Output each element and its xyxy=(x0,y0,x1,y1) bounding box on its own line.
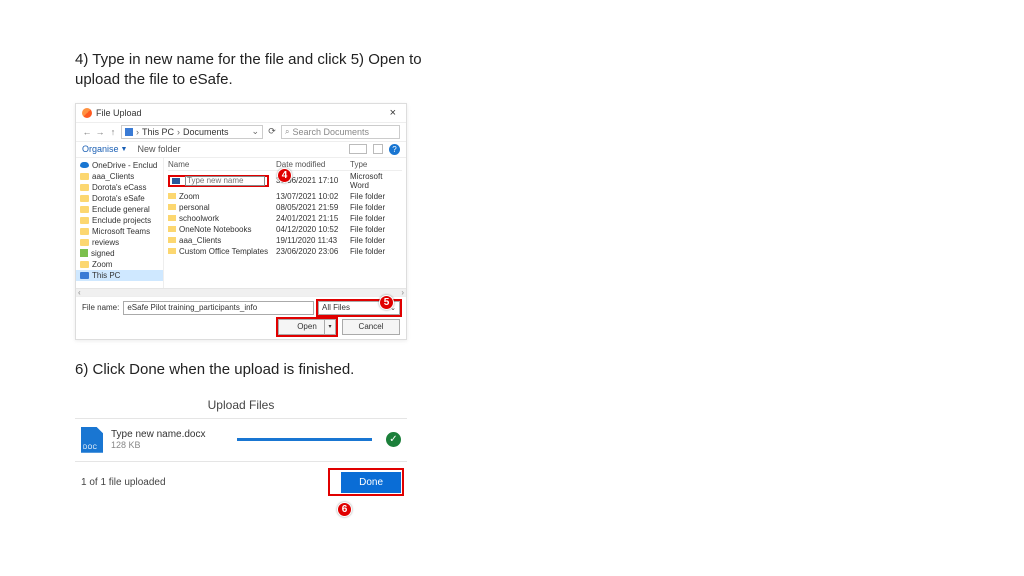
firefox-icon xyxy=(82,108,92,118)
upload-filesize: 128 KB xyxy=(111,440,223,450)
filename-label: File name: xyxy=(82,303,119,312)
h-scrollbar[interactable]: ‹› xyxy=(76,288,406,296)
search-input[interactable]: ⌕ Search Documents xyxy=(281,125,400,139)
doc-icon xyxy=(81,427,103,453)
file-row: schoolwork24/01/2021 21:15File folder xyxy=(168,213,402,224)
upload-panel: Upload Files Type new name.docx 128 KB ✓… xyxy=(75,394,407,503)
upload-progress xyxy=(237,438,372,441)
file-upload-dialog: File Upload × ← → ↑ › This PC › Document… xyxy=(75,103,407,340)
rename-input[interactable] xyxy=(185,176,265,186)
success-icon: ✓ xyxy=(386,432,401,447)
view-grid-icon[interactable] xyxy=(373,144,383,154)
file-row: aaa_Clients19/11/2020 11:43File folder xyxy=(168,235,402,246)
col-name[interactable]: Name xyxy=(168,160,276,169)
col-type[interactable]: Type xyxy=(350,160,402,169)
path-bar[interactable]: › This PC › Documents ⌄ xyxy=(121,125,263,139)
cancel-button[interactable]: Cancel xyxy=(342,319,400,335)
col-date[interactable]: Date modified xyxy=(276,160,350,169)
upload-title: Upload Files xyxy=(75,394,407,418)
file-row: Zoom13/07/2021 10:02File folder xyxy=(168,191,402,202)
file-row: OneNote Notebooks04/12/2020 10:52File fo… xyxy=(168,224,402,235)
nav-fwd-icon[interactable]: → xyxy=(95,127,105,137)
folder-tree[interactable]: OneDrive - Enclud aaa_Clients Dorota's e… xyxy=(76,158,164,288)
pc-icon xyxy=(125,128,133,136)
help-icon[interactable]: ? xyxy=(389,144,400,155)
callout-badge-5: 5 xyxy=(379,295,394,310)
search-icon: ⌕ xyxy=(285,127,289,137)
callout-badge-6: 6 xyxy=(337,502,352,517)
file-row: Custom Office Templates23/06/2020 23:06F… xyxy=(168,246,402,257)
dialog-title: File Upload xyxy=(96,108,142,118)
upload-filename: Type new name.docx xyxy=(111,429,223,440)
upload-count: 1 of 1 file uploaded xyxy=(81,477,166,488)
new-folder-button[interactable]: New folder xyxy=(137,144,180,154)
nav-up-icon[interactable]: ↑ xyxy=(108,127,118,137)
instruction-6: 6) Click Done when the upload is finishe… xyxy=(75,360,460,380)
done-button[interactable]: Done xyxy=(341,472,401,493)
nav-back-icon[interactable]: ← xyxy=(82,127,92,137)
filename-input[interactable]: eSafe Pilot training_participants_info xyxy=(123,301,314,315)
open-button[interactable]: Open ▾ xyxy=(278,319,336,335)
callout-badge-4: 4 xyxy=(277,168,292,183)
refresh-icon[interactable]: ⟳ xyxy=(266,126,278,137)
close-icon[interactable]: × xyxy=(386,107,400,119)
open-split-icon[interactable]: ▾ xyxy=(324,320,335,334)
organise-menu[interactable]: Organise xyxy=(82,144,119,154)
view-list-icon[interactable] xyxy=(349,144,367,154)
file-row: personal08/05/2021 21:59File folder xyxy=(168,202,402,213)
instruction-4-5: 4) Type in new name for the file and cli… xyxy=(75,50,460,91)
